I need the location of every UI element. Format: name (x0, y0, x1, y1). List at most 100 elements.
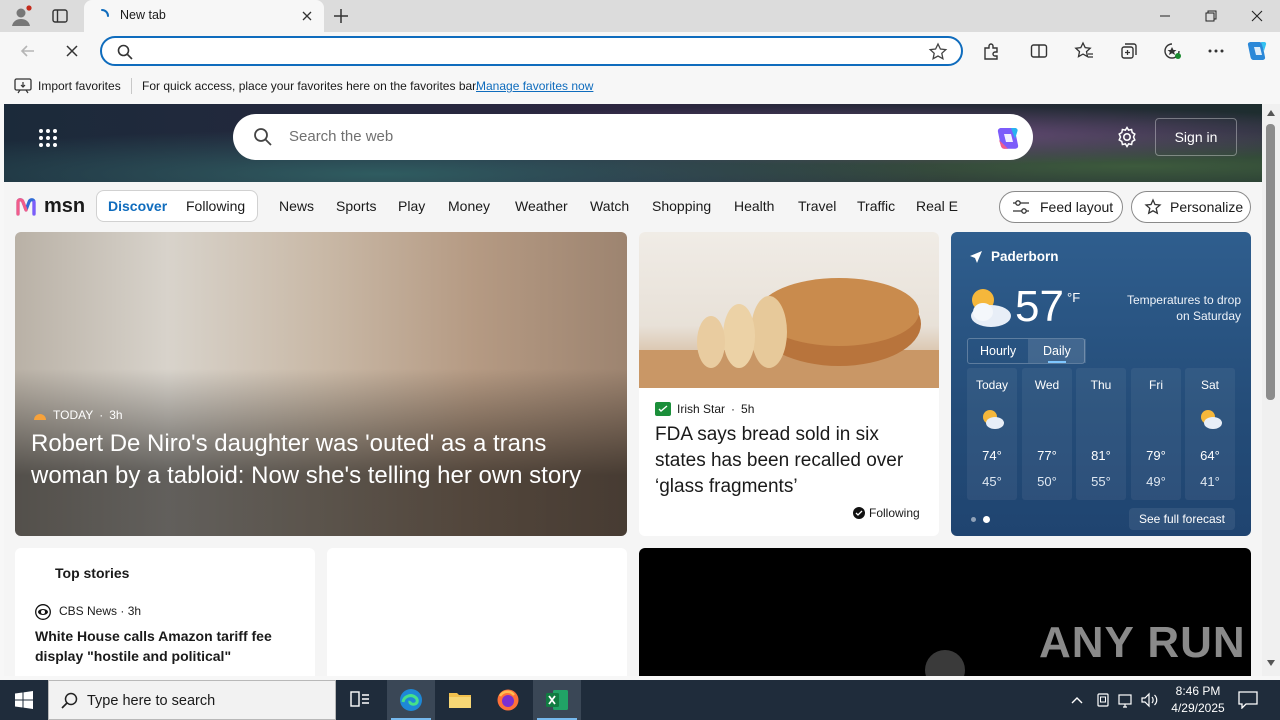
task-view-button[interactable] (336, 680, 384, 720)
tab-discover[interactable]: Discover (108, 198, 167, 214)
msn-logo-text[interactable]: msn (44, 195, 85, 218)
personalize-button[interactable]: Personalize (1131, 191, 1251, 223)
carousel-dot-1[interactable] (971, 517, 976, 522)
forecast-day-today[interactable]: Today 74° 45° (967, 368, 1017, 500)
network-icon[interactable] (1118, 692, 1134, 708)
feed-layout-label: Feed layout (1040, 199, 1114, 215)
video-control-icon[interactable] (925, 650, 965, 676)
start-button[interactable] (0, 680, 48, 720)
nav-weather[interactable]: Weather (515, 198, 568, 214)
forecast-day-label: Wed (1034, 378, 1060, 392)
split-screen-icon[interactable] (1027, 39, 1051, 63)
hero-story-card[interactable]: TODAY · 3h Robert De Niro's daughter was… (15, 232, 627, 536)
taskbar-clock[interactable]: 8:46 PM 4/29/2025 (1166, 683, 1230, 717)
nav-traffic[interactable]: Traffic (857, 198, 895, 214)
collections-icon[interactable] (1117, 39, 1141, 63)
following-badge[interactable]: Following (853, 506, 920, 520)
temp-unit[interactable]: °F (1067, 290, 1080, 305)
extensions-icon[interactable] (979, 39, 1003, 63)
scrollbar-thumb[interactable] (1266, 124, 1275, 400)
scroll-down-icon[interactable] (1267, 660, 1275, 666)
profile-icon[interactable] (10, 5, 32, 27)
forecast-day-thu[interactable]: Thu 81° 55° (1076, 368, 1126, 500)
nav-real-estate[interactable]: Real E (916, 198, 958, 214)
loading-card (327, 548, 627, 676)
today-logo-icon (34, 414, 46, 420)
stop-loading-button[interactable] (60, 39, 84, 63)
scroll-up-icon[interactable] (1267, 110, 1275, 116)
story2-source: Irish Star · 5h (655, 402, 754, 416)
nav-health[interactable]: Health (734, 198, 774, 214)
more-menu-icon[interactable] (1204, 39, 1228, 63)
device-icon[interactable] (1095, 692, 1111, 708)
story2-headline[interactable]: FDA says bread sold in six states has be… (655, 422, 927, 500)
copilot-icon[interactable] (993, 123, 1023, 153)
volume-icon[interactable] (1141, 692, 1159, 708)
tab-daily[interactable]: Daily (1043, 344, 1071, 358)
nav-play[interactable]: Play (398, 198, 425, 214)
forecast-day-sat[interactable]: Sat 64° 41° (1185, 368, 1235, 500)
story2-source-name: Irish Star (677, 402, 726, 416)
check-circle-icon (853, 507, 865, 519)
favorites-icon[interactable] (1072, 39, 1096, 63)
close-window-button[interactable] (1234, 0, 1280, 32)
import-favorites-button[interactable]: Import favorites (38, 79, 121, 93)
taskbar-search-box[interactable]: Type here to search (48, 680, 336, 720)
web-search-box[interactable]: Search the web (233, 114, 1033, 160)
minimize-button[interactable] (1142, 0, 1188, 32)
story2-age: 5h (741, 402, 755, 416)
tab-new-tab[interactable]: New tab (84, 0, 324, 32)
settings-gear-icon[interactable] (1116, 126, 1138, 148)
app-launcher-icon[interactable] (38, 128, 58, 148)
tab-actions-icon[interactable] (50, 6, 70, 26)
msn-logo-icon[interactable] (16, 194, 42, 218)
forecast-day-label: Today (975, 378, 1009, 392)
top-stories-title[interactable]: Top stories (55, 565, 129, 581)
feed-layout-button[interactable]: Feed layout (999, 191, 1123, 223)
forecast-day-wed[interactable]: Wed 77° 50° (1022, 368, 1072, 500)
taskbar-excel[interactable] (533, 680, 581, 720)
taskbar-firefox[interactable] (484, 680, 532, 720)
page-scrollbar[interactable] (1262, 104, 1280, 676)
bread-image (639, 232, 939, 388)
carousel-dot-2[interactable] (983, 516, 990, 523)
address-bar[interactable] (100, 36, 963, 66)
nav-news[interactable]: News (279, 198, 314, 214)
new-tab-button[interactable] (330, 5, 352, 27)
nav-travel[interactable]: Travel (798, 198, 836, 214)
see-full-forecast-button[interactable]: See full forecast (1129, 508, 1235, 530)
nav-shopping[interactable]: Shopping (652, 198, 711, 214)
tab-following[interactable]: Following (186, 198, 245, 214)
back-button[interactable] (16, 39, 40, 63)
forecast-day-fri[interactable]: Fri 79° 49° (1131, 368, 1181, 500)
firefox-icon (497, 689, 519, 711)
story-card-bread[interactable]: Irish Star · 5h FDA says bread sold in s… (639, 232, 939, 536)
video-card[interactable]: ANY RUN (639, 548, 1251, 676)
browser-essentials-icon[interactable] (1160, 39, 1184, 63)
tab-hourly[interactable]: Hourly (980, 344, 1016, 358)
taskbar-edge[interactable] (387, 680, 435, 720)
restore-button[interactable] (1188, 0, 1234, 32)
favorite-star-icon[interactable] (928, 42, 948, 62)
top-story-source: CBS News · 3h (59, 604, 141, 618)
hero-headline[interactable]: Robert De Niro's daughter was 'outed' as… (31, 428, 621, 492)
manage-favorites-link[interactable]: Manage favorites now (476, 79, 593, 93)
weather-card[interactable]: Paderborn 57 °F Temperatures to drop on … (951, 232, 1251, 536)
top-story-headline[interactable]: White House calls Amazon tariff fee disp… (35, 626, 295, 666)
forecast-low: 49° (1146, 474, 1166, 489)
notification-icon[interactable] (1238, 691, 1258, 709)
taskbar-file-explorer[interactable] (436, 680, 484, 720)
nav-money[interactable]: Money (448, 198, 490, 214)
sign-in-button[interactable]: Sign in (1155, 118, 1237, 156)
close-tab-icon[interactable] (300, 9, 314, 23)
weather-location[interactable]: Paderborn (991, 249, 1059, 264)
nav-watch[interactable]: Watch (590, 198, 629, 214)
copilot-icon[interactable] (1245, 39, 1269, 63)
forecast-low: 45° (982, 474, 1002, 489)
web-search-placeholder: Search the web (289, 128, 394, 145)
chevron-up-icon[interactable] (1070, 693, 1084, 707)
msn-page: Search the web Sign in msn Discover Foll… (4, 104, 1262, 676)
nav-sports[interactable]: Sports (336, 198, 376, 214)
anyrun-watermark: ANY RUN (1039, 618, 1246, 667)
daily-indicator (1048, 361, 1066, 363)
